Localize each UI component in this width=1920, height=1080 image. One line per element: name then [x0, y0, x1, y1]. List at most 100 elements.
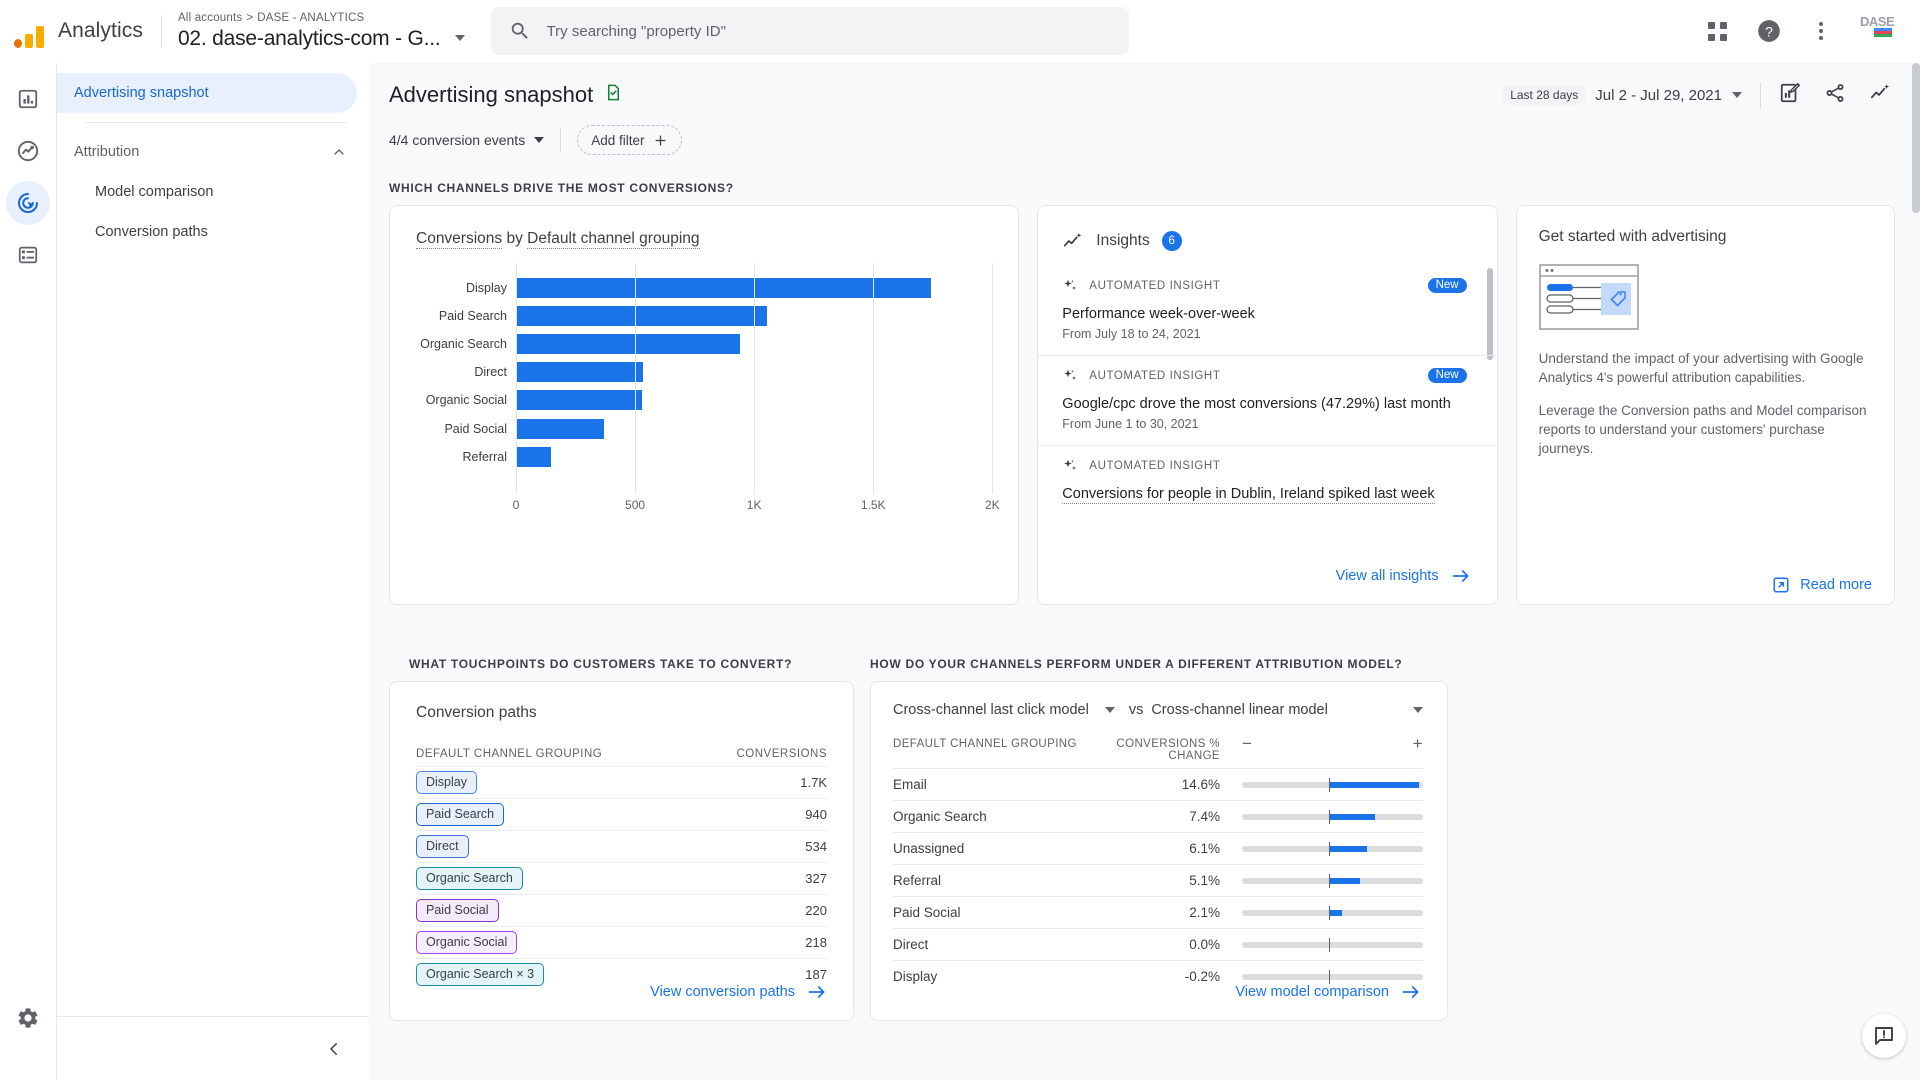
column-header-channel: DEFAULT CHANNEL GROUPING [416, 748, 603, 760]
property-selector[interactable]: All accounts > DASE - ANALYTICS 02. dase-a… [178, 11, 465, 52]
bar-chart-bar[interactable] [516, 334, 741, 355]
sidebar-item-explore[interactable] [6, 233, 50, 277]
more-vert-icon[interactable] [1808, 18, 1834, 44]
table-row[interactable]: Organic Search 7.4% [893, 800, 1423, 832]
insight-title[interactable]: Google/cpc drove the most conversions (4… [1062, 396, 1470, 412]
read-more-link[interactable]: Read more [1772, 576, 1872, 594]
nav-group-attribution[interactable]: Attribution [57, 132, 369, 172]
pct-change-fill [1328, 781, 1420, 788]
conversions-chart-card: Conversions by Default channel grouping … [389, 205, 1020, 605]
sidebar-item-home[interactable] [6, 77, 50, 121]
conversion-paths-table-header: DEFAULT CHANNEL GROUPING CONVERSIONS [416, 748, 827, 766]
nav-collapse-button[interactable] [57, 1016, 369, 1080]
chevron-up-icon [334, 149, 344, 155]
pct-change-zero-marker [1328, 905, 1331, 920]
bar-chart-bar[interactable] [516, 362, 643, 383]
model-table-body: Email 14.6% Organic Search 7.4% Unassigned 6.… [893, 768, 1423, 992]
feedback-button[interactable] [1862, 1014, 1906, 1058]
table-row[interactable]: Referral 5.1% [893, 864, 1423, 896]
share-button[interactable] [1824, 82, 1846, 109]
bar-chart-bar[interactable] [516, 446, 551, 467]
conversion-events-label: 4/4 conversion events [389, 132, 526, 148]
insights-sparkline-icon [1064, 232, 1082, 247]
breadcrumb-separator: > [246, 11, 254, 24]
nav-item-model-comparison[interactable]: Model comparison [57, 172, 369, 212]
model-comparison-card: Cross-channel last click model vs Cross-… [870, 681, 1448, 1021]
document-check-icon[interactable] [604, 83, 623, 107]
sidebar-item-advertising[interactable] [6, 181, 50, 225]
insight-title[interactable]: Performance week-over-week [1062, 306, 1470, 322]
pct-change-zero-marker [1328, 873, 1331, 888]
chart-metric-link[interactable]: Conversions [416, 230, 503, 249]
table-row[interactable]: Direct 0.0% [893, 928, 1423, 960]
pct-change-fill [1328, 813, 1375, 820]
bar-chart-bar[interactable] [516, 390, 643, 411]
conversion-events-select[interactable]: 4/4 conversion events [389, 132, 545, 148]
bar-chart-bar[interactable] [516, 306, 767, 327]
insights-list[interactable]: AUTOMATED INSIGHT New Performance week-ove… [1038, 266, 1497, 558]
channel-chip[interactable]: Organic Search [416, 867, 523, 890]
nav-item-conversion-paths[interactable]: Conversion paths [57, 212, 369, 252]
avatar[interactable]: DASE [1860, 15, 1895, 46]
insights-title: Insights [1096, 232, 1150, 249]
chevron-down-icon[interactable] [1413, 707, 1423, 713]
channel-chip[interactable]: Paid Search [416, 803, 505, 826]
search-input[interactable]: Try searching "property ID" [490, 7, 1129, 55]
model-b-select[interactable]: Cross-channel linear model [1151, 702, 1328, 718]
table-row[interactable]: Paid Search 940 [416, 798, 827, 830]
arrow-right-icon [1402, 986, 1419, 998]
view-conversion-paths-link[interactable]: View conversion paths [650, 984, 827, 1000]
view-all-insights-link[interactable]: View all insights [1336, 568, 1471, 584]
insights-card: Insights 6 AUTOMATED INSIGHT New Performan… [1037, 205, 1498, 605]
table-row[interactable]: Paid Social 220 [416, 894, 827, 926]
nav-item-advertising-snapshot[interactable]: Advertising snapshot [57, 73, 357, 113]
bar-chart-bar[interactable] [516, 418, 605, 439]
conversion-paths-title: Conversion paths [416, 704, 537, 721]
sidebar-item-reports[interactable] [6, 129, 50, 173]
breadcrumb-root[interactable]: All accounts [178, 12, 242, 24]
model-a-select[interactable]: Cross-channel last click model [893, 702, 1089, 718]
chevron-down-icon[interactable] [1104, 707, 1115, 713]
chart-dimension-link[interactable]: Default channel grouping [527, 230, 700, 249]
get-started-paragraph-1: Understand the impact of your advertisin… [1538, 351, 1864, 385]
date-preset-chip: Last 28 days [1503, 85, 1586, 105]
view-model-comparison-link[interactable]: View model comparison [1235, 984, 1421, 1000]
insight-title[interactable]: Conversions for people in Dublin, Irelan… [1062, 486, 1435, 504]
insight-item[interactable]: AUTOMATED INSIGHT Conversions for people … [1038, 446, 1496, 518]
edit-comparison-button[interactable] [1779, 82, 1801, 109]
sparkle-icon [1064, 279, 1077, 290]
channel-chip[interactable]: Direct [416, 835, 469, 858]
apps-grid-icon[interactable] [1704, 18, 1730, 44]
date-range-picker[interactable]: Jul 2 - Jul 29, 2021 [1595, 87, 1722, 104]
chevron-down-icon[interactable] [1732, 92, 1742, 98]
channel-chip[interactable]: Organic Social [416, 931, 518, 954]
table-row[interactable]: Unassigned 6.1% [893, 832, 1423, 864]
table-row[interactable]: Email 14.6% [893, 768, 1423, 800]
insight-new-badge: New [1427, 278, 1467, 293]
table-row[interactable]: Organic Social 218 [416, 926, 827, 958]
help-icon[interactable]: ? [1756, 18, 1782, 44]
table-row[interactable]: Display 1.7K [416, 766, 827, 798]
table-row[interactable]: Direct 534 [416, 830, 827, 862]
page-header: Advertising snapshot Last 28 days Jul 2 … [369, 63, 1920, 109]
settings-gear-button[interactable] [6, 996, 50, 1040]
insight-item[interactable]: AUTOMATED INSIGHT New Google/cpc drove the… [1038, 356, 1497, 446]
channel-chip[interactable]: Display [416, 771, 477, 794]
chevron-down-icon[interactable] [454, 35, 465, 41]
column-header-pct-change: CONVERSIONS % CHANGE [1116, 738, 1220, 762]
main-content: Advertising snapshot Last 28 days Jul 2 … [369, 63, 1920, 1080]
bar-chart-gridline [754, 263, 756, 494]
insight-subtitle: From June 1 to 30, 2021 [1062, 417, 1199, 431]
table-row[interactable]: Organic Search 327 [416, 862, 827, 894]
bar-chart-bar[interactable] [516, 278, 931, 299]
channel-chip[interactable]: Paid Social [416, 899, 499, 922]
insight-item[interactable]: AUTOMATED INSIGHT New Performance week-ove… [1038, 266, 1497, 356]
channel-name: Email [893, 777, 927, 792]
insights-button[interactable] [1869, 81, 1892, 109]
page-scrollbar[interactable] [1912, 63, 1920, 213]
table-row[interactable]: Paid Social 2.1% [893, 896, 1423, 928]
pct-change-track [1242, 841, 1423, 856]
breadcrumb-account[interactable]: DASE - ANALYTICS [257, 12, 364, 24]
add-filter-label: Add filter [591, 132, 645, 148]
add-filter-button[interactable]: Add filter [577, 125, 683, 155]
